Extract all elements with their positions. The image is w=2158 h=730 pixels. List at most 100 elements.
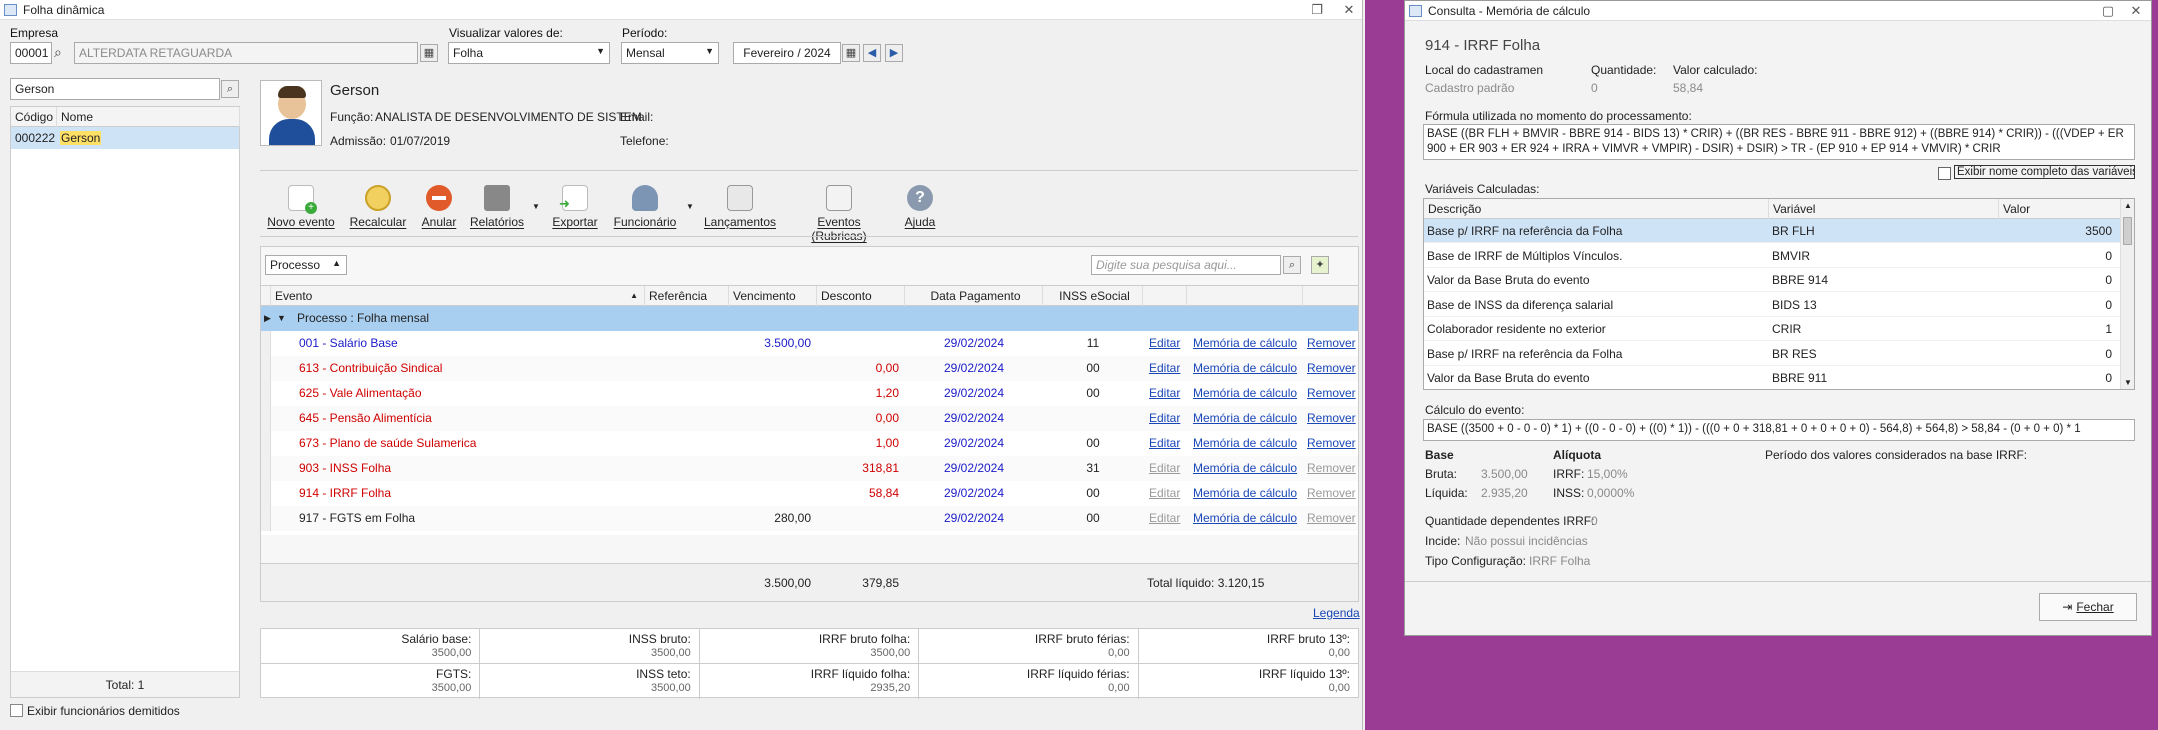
remove-link[interactable]: Remover [1307,431,1357,456]
edit-link[interactable]: Editar [1149,406,1189,431]
group-row[interactable]: ▶ ▼ Processo : Folha mensal [261,306,1358,331]
col-data-pagamento[interactable]: Data Pagamento [905,286,1043,306]
col-inss[interactable]: INSS eSocial [1043,286,1143,306]
col-codigo[interactable]: Código [11,107,57,127]
memoria-link[interactable]: Memória de cálculo [1193,506,1303,531]
funcionario-button[interactable]: Funcionário [610,185,680,229]
col-vencimento[interactable]: Vencimento [729,286,817,306]
memoria-link[interactable]: Memória de cálculo [1193,456,1303,481]
table-row[interactable]: Base p/ IRRF na referência da Folha BR RE… [1424,341,2124,366]
calendar-icon[interactable]: ▦ [842,44,860,62]
exibir-nome-checkbox[interactable] [1938,167,1951,180]
table-row[interactable]: Valor da Base Bruta do evento BBRE 911 0 [1424,366,2124,389]
memoria-link[interactable]: Memória de cálculo [1193,406,1303,431]
restore-icon[interactable]: ❐ [1308,2,1326,18]
processo-filter-select[interactable]: Processo ▲ [265,255,347,275]
remove-link[interactable]: Remover [1307,456,1357,481]
row-indicator [261,381,271,406]
remove-link[interactable]: Remover [1307,506,1357,531]
search-icon[interactable]: ⌕ [221,80,239,98]
summary-value: 2935,20 [870,682,911,694]
list-item[interactable]: 000222 Gerson [11,127,239,149]
edit-link[interactable]: Editar [1149,356,1189,381]
exibir-demitidos-checkbox[interactable] [10,704,23,717]
col-desconto[interactable]: Desconto [817,286,905,306]
row-indicator [261,456,271,481]
col-valor[interactable]: Valor [1999,199,2121,219]
anular-button[interactable]: Anular [418,185,460,229]
edit-link[interactable]: Editar [1149,456,1189,481]
grid-search-input[interactable]: Digite sua pesquisa aqui... [1091,255,1281,275]
edit-link[interactable]: Editar [1149,331,1189,356]
search-icon[interactable]: ⌕ [54,44,62,61]
vars-scrollbar[interactable]: ▲ ▼ [2120,199,2134,389]
local-value: Cadastro padrão [1425,81,1515,95]
table-row[interactable]: 001 - Salário Base 3.500,00 29/02/2024 11 Ed… [261,331,1358,356]
memoria-link[interactable]: Memória de cálculo [1193,431,1303,456]
remove-link[interactable]: Remover [1307,406,1357,431]
summary-value: 3500,00 [431,682,472,694]
app-icon [1409,4,1422,17]
table-row[interactable]: 917 - FGTS em Folha 280,00 29/02/2024 00 Edi… [261,506,1358,531]
table-row[interactable]: 625 - Vale Alimentação 1,20 29/02/2024 00 Ed… [261,381,1358,406]
table-row[interactable]: Base de INSS da diferença salarial BIDS 1… [1424,292,2124,317]
empresa-code-input[interactable]: 00001 [10,42,52,64]
remove-link[interactable]: Remover [1307,481,1357,506]
table-row[interactable]: Base p/ IRRF na referência da Folha BR FL… [1424,219,2124,243]
memoria-link[interactable]: Memória de cálculo [1193,381,1303,406]
memoria-link[interactable]: Memória de cálculo [1193,481,1303,506]
table-row[interactable]: 673 - Plano de saúde Sulamerica 1,00 29/02… [261,431,1358,456]
recalcular-button[interactable]: Recalcular [348,185,408,229]
visualizar-select[interactable]: Folha ▼ [448,42,610,64]
exportar-button[interactable]: ➜ Exportar [548,185,602,229]
col-variavel[interactable]: Variável [1769,199,1999,219]
close-icon[interactable]: ✕ [2127,3,2145,19]
scroll-down-icon[interactable]: ▼ [2124,378,2132,387]
edit-link[interactable]: Editar [1149,381,1189,406]
search-icon[interactable]: ⌕ [1283,256,1301,274]
col-nome[interactable]: Nome [57,107,240,127]
arrow-left-icon[interactable]: ◀ [863,44,881,62]
relatorios-button[interactable]: Relatórios [468,185,526,229]
chevron-down-icon[interactable]: ▼ [532,202,540,211]
edit-link[interactable]: Editar [1149,481,1189,506]
table-row[interactable]: 645 - Pensão Alimentícia 0,00 29/02/2024 Ed… [261,406,1358,431]
employee-code: 000222 [15,131,56,145]
remove-link[interactable]: Remover [1307,356,1357,381]
calendar-icon[interactable]: ▦ [420,44,438,62]
remove-link[interactable]: Remover [1307,331,1357,356]
legenda-link[interactable]: Legenda [1313,606,1360,620]
eventos-button[interactable]: Eventos (Rubricas) [788,185,890,243]
arrow-right-icon[interactable]: ▶ [885,44,903,62]
memoria-link[interactable]: Memória de cálculo [1193,356,1303,381]
fechar-button[interactable]: ⇥ Fechar [2039,593,2137,621]
table-row[interactable]: 914 - IRRF Folha 58,84 29/02/2024 00 Editar M… [261,481,1358,506]
table-row[interactable]: 903 - INSS Folha 318,81 29/02/2024 31 Editar… [261,456,1358,481]
edit-link[interactable]: Editar [1149,506,1189,531]
periodo-select[interactable]: Mensal ▼ [621,42,719,64]
employee-search-input[interactable]: Gerson [10,78,220,100]
table-row[interactable]: Valor da Base Bruta do evento BBRE 914 0 [1424,268,2124,292]
memoria-link[interactable]: Memória de cálculo [1193,331,1303,356]
ajuda-button[interactable]: ? Ajuda [900,185,940,229]
lancamentos-button[interactable]: Lançamentos [702,185,778,229]
scroll-up-icon[interactable]: ▲ [2124,201,2132,210]
chevron-down-icon[interactable]: ▼ [686,202,694,211]
close-icon[interactable]: ✕ [1340,2,1358,18]
table-row[interactable]: 613 - Contribuição Sindical 0,00 29/02/202… [261,356,1358,381]
filter-icon[interactable]: ✦ [1311,256,1329,274]
novo-evento-button[interactable]: + Novo evento [266,185,336,229]
restore-icon[interactable]: ▢ [2099,3,2117,19]
periodo-date-field[interactable]: Fevereiro / 2024 [733,42,841,64]
table-row[interactable]: Colaborador residente no exterior CRIR 1 [1424,317,2124,341]
periodo-base-label: Período dos valores considerados na base… [1765,448,2028,462]
table-row[interactable]: Base de IRRF de Múltiplos Vínculos. BMVIR… [1424,243,2124,268]
col-descricao[interactable]: Descrição [1424,199,1769,219]
edit-link[interactable]: Editar [1149,431,1189,456]
col-evento[interactable]: Evento ▲ [271,286,645,306]
remove-link[interactable]: Remover [1307,381,1357,406]
scroll-thumb[interactable] [2123,217,2132,245]
col-remover [1303,286,1358,306]
col-referencia[interactable]: Referência [645,286,729,306]
exibir-demitidos-label: Exibir funcionários demitidos [27,704,180,718]
